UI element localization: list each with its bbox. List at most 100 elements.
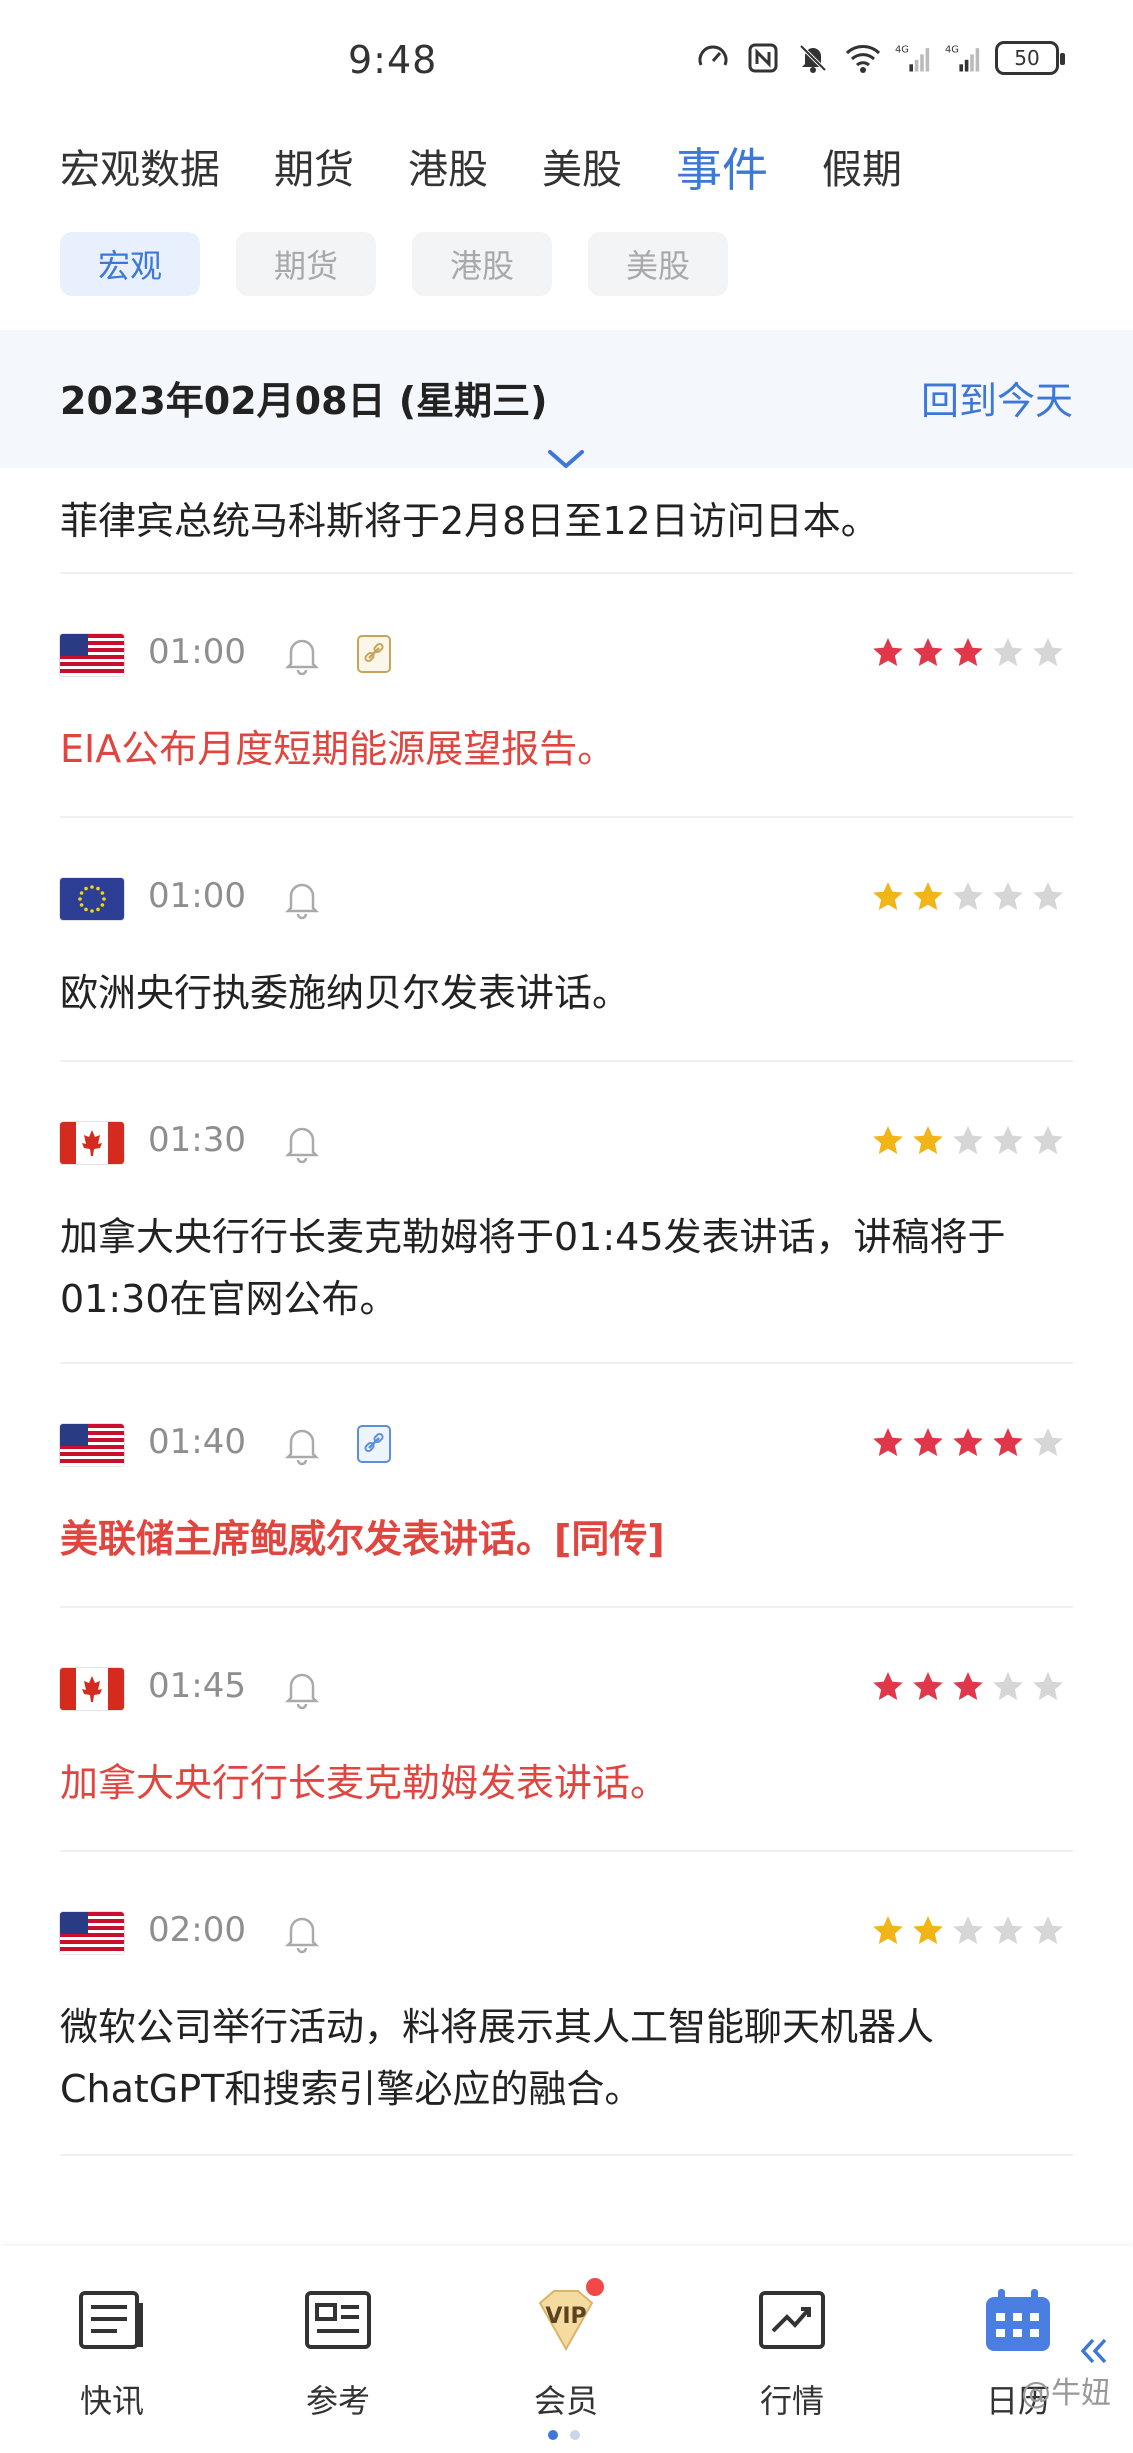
list-item[interactable]: 01:30 加拿大央行行长麦克勒姆将于01:45发表讲话，讲稿将于01:30在官…	[60, 1062, 1073, 1364]
news-icon	[76, 2284, 148, 2356]
chevron-down-icon[interactable]	[546, 446, 586, 472]
star-filled-icon	[873, 638, 903, 666]
star-filled-icon	[913, 638, 943, 666]
svg-text:4G: 4G	[895, 45, 909, 56]
nav-reference[interactable]: 参考	[268, 2284, 408, 2422]
star-filled-icon	[873, 1916, 903, 1944]
list-item[interactable]: 01:00 EIA公布月度短期能源展望报告。	[60, 574, 1073, 818]
status-icons: 4G 4G 50	[695, 40, 1065, 76]
star-filled-icon	[953, 1428, 983, 1456]
nav-market[interactable]: 行情	[722, 2284, 862, 2422]
star-empty-icon	[1033, 882, 1063, 910]
nav-label: 参考	[305, 2382, 370, 2420]
bell-icon[interactable]	[282, 1668, 322, 1710]
star-empty-icon	[1033, 1428, 1063, 1456]
page-indicator	[548, 2430, 580, 2440]
divider	[60, 2154, 1073, 2156]
star-empty-icon	[993, 1126, 1023, 1154]
top-tabs: 宏观数据 期货 港股 美股 事件 假期	[60, 140, 956, 200]
star-empty-icon	[993, 1916, 1023, 1944]
subtab-hk-stocks[interactable]: 港股	[412, 232, 552, 296]
event-header: 01:40	[60, 1412, 1073, 1472]
nfc-icon	[745, 40, 781, 76]
event-header: 01:00	[60, 866, 1073, 926]
list-item[interactable]: 01:40 美联储主席鲍威尔发表讲话。[同传]	[60, 1364, 1073, 1608]
event-title: 欧洲央行执委施纳贝尔发表讲话。	[60, 971, 631, 1015]
signal-4g-icon-2: 4G	[945, 40, 981, 76]
star-filled-icon	[913, 1428, 943, 1456]
tab-holidays[interactable]: 假期	[822, 140, 902, 200]
bell-icon[interactable]	[282, 1424, 322, 1466]
tab-hk-stocks[interactable]: 港股	[408, 140, 488, 200]
status-bar: 9:48 4G 4G 50	[0, 0, 1133, 120]
date-label: 2023年02月08日 (星期三)	[60, 379, 548, 423]
flag-eu-icon	[60, 878, 124, 920]
tab-macro-data[interactable]: 宏观数据	[60, 140, 220, 200]
flag-canada-icon	[60, 1122, 124, 1164]
star-filled-icon	[913, 1672, 943, 1700]
link-icon[interactable]	[356, 1424, 392, 1464]
list-item[interactable]: 01:45 加拿大央行行长麦克勒姆发表讲话。	[60, 1608, 1073, 1852]
star-filled-icon	[953, 1672, 983, 1700]
star-filled-icon	[913, 1126, 943, 1154]
event-time: 02:00	[148, 1910, 246, 1950]
mute-icon	[795, 40, 831, 76]
back-to-today-link[interactable]: 回到今天	[921, 370, 1073, 425]
flag-us-icon	[60, 1424, 124, 1466]
star-empty-icon	[1033, 638, 1063, 666]
star-empty-icon	[953, 1916, 983, 1944]
event-header: 01:00	[60, 622, 1073, 682]
subtab-macro[interactable]: 宏观	[60, 232, 200, 296]
bell-icon[interactable]	[282, 1122, 322, 1164]
event-header: 01:45	[60, 1656, 1073, 1716]
calendar-icon	[982, 2284, 1054, 2356]
watermark: @牛妞	[1021, 2376, 1111, 2411]
double-chevron-left-icon[interactable]	[1077, 2336, 1111, 2366]
wifi-icon	[845, 40, 881, 76]
star-empty-icon	[993, 1672, 1023, 1700]
star-empty-icon	[1033, 1126, 1063, 1154]
importance-stars	[871, 1124, 1065, 1158]
speed-icon	[695, 40, 731, 76]
tab-events[interactable]: 事件	[676, 140, 768, 200]
list-item[interactable]: 01:00 欧洲央行执委施纳贝尔发表讲话。	[60, 818, 1073, 1062]
event-header: 01:30	[60, 1110, 1073, 1170]
bell-icon[interactable]	[282, 878, 322, 920]
nav-label: 行情	[759, 2382, 824, 2420]
star-filled-icon	[913, 882, 943, 910]
importance-stars	[871, 636, 1065, 670]
star-empty-icon	[993, 882, 1023, 910]
event-time: 01:00	[148, 632, 246, 672]
signal-4g-icon: 4G	[895, 40, 931, 76]
star-filled-icon	[873, 1126, 903, 1154]
event-time: 01:30	[148, 1120, 246, 1160]
star-filled-icon	[873, 1672, 903, 1700]
nav-label: 快讯	[79, 2382, 144, 2420]
star-filled-icon	[873, 1428, 903, 1456]
importance-stars	[871, 1670, 1065, 1704]
nav-label: 会员	[533, 2382, 598, 2420]
star-empty-icon	[993, 638, 1023, 666]
event-title: 加拿大央行行长麦克勒姆将于01:45发表讲话，讲稿将于01:30在官网公布。	[60, 1215, 1006, 1321]
event-title: EIA公布月度短期能源展望报告。	[60, 727, 616, 771]
battery-indicator: 50	[995, 41, 1065, 75]
star-empty-icon	[953, 1126, 983, 1154]
subtab-futures[interactable]: 期货	[236, 232, 376, 296]
flag-canada-icon	[60, 1668, 124, 1710]
link-icon[interactable]	[356, 634, 392, 674]
event-time: 01:45	[148, 1666, 246, 1706]
bell-icon[interactable]	[282, 1912, 322, 1954]
event-title: 美联储主席鲍威尔发表讲话。[同传]	[60, 1517, 665, 1561]
event-header: 02:00	[60, 1900, 1073, 1960]
star-empty-icon	[1033, 1916, 1063, 1944]
tab-futures[interactable]: 期货	[274, 140, 354, 200]
nav-news[interactable]: 快讯	[42, 2284, 182, 2422]
bell-icon[interactable]	[282, 634, 322, 676]
nav-vip[interactable]: VIP 会员	[496, 2278, 636, 2422]
importance-stars	[871, 1914, 1065, 1948]
sub-tabs: 宏观 期货 港股 美股	[60, 232, 728, 296]
subtab-us-stocks[interactable]: 美股	[588, 232, 728, 296]
list-item[interactable]: 02:00 微软公司举行活动，料将展示其人工智能聊天机器人ChatGPT和搜索引…	[60, 1852, 1073, 2156]
tab-us-stocks[interactable]: 美股	[542, 140, 622, 200]
reference-icon	[302, 2284, 374, 2356]
